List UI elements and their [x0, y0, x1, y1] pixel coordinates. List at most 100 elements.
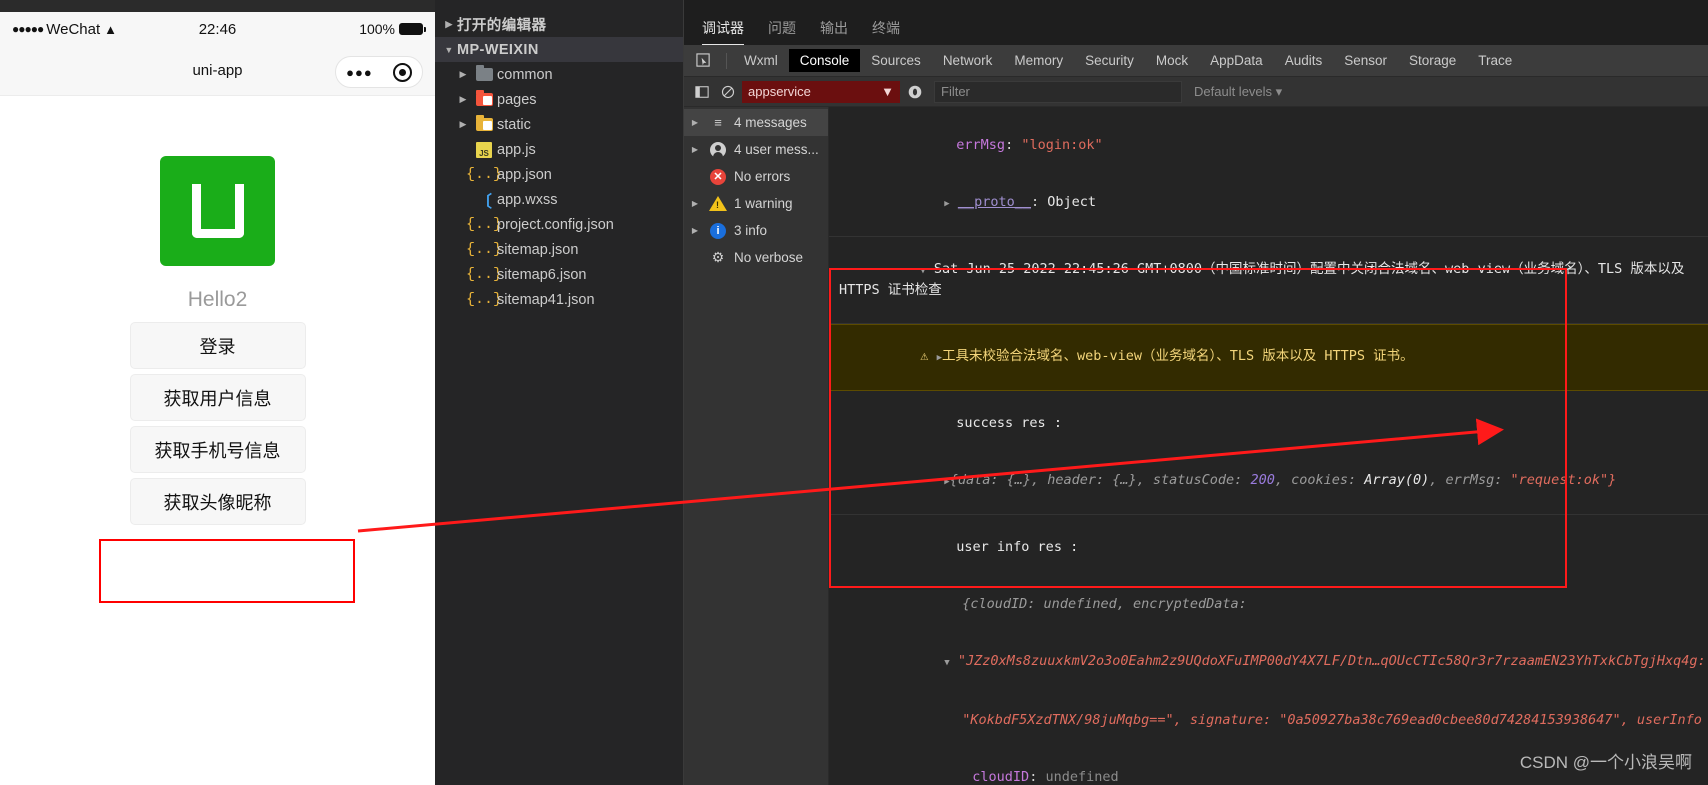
tree-item-sitemap-json[interactable]: ▶ {..} sitemap.json	[435, 237, 683, 262]
prop-value: undefined	[1045, 769, 1119, 785]
logo-u-glyph	[191, 184, 244, 238]
open-editors-label: 打开的编辑器	[457, 18, 547, 34]
log-warning-row[interactable]: ⚠ ▶工具未校验合法域名、web-view（业务域名）、TLS 版本以及 HTT…	[829, 324, 1708, 391]
devtools-tab-bar: Wxml Console Sources Network Memory Secu…	[684, 45, 1708, 77]
chevron-down-icon: ▼	[881, 84, 894, 99]
chevron-right-icon[interactable]: ▶	[688, 118, 702, 127]
tab-wxml[interactable]: Wxml	[733, 49, 789, 72]
tree-item-sitemap41-json[interactable]: ▶ {..} sitemap41.json	[435, 287, 683, 312]
wechat-capsule-button[interactable]: ●●●	[335, 56, 423, 88]
tab-storage[interactable]: Storage	[1398, 49, 1467, 72]
filter-placeholder: Filter	[941, 84, 970, 99]
prop-key: cloudID	[972, 769, 1030, 785]
get-userinfo-button[interactable]: 获取用户信息	[129, 374, 306, 421]
project-section[interactable]: ▼ MP-WEIXIN	[435, 37, 683, 62]
tree-item-label: project.config.json	[497, 216, 614, 233]
sidebar-item-errors[interactable]: ▶ ✕ No errors	[684, 163, 828, 190]
get-phone-button[interactable]: 获取手机号信息	[129, 426, 306, 473]
log-key: errMsg	[956, 137, 1006, 153]
sidebar-item-label: No verbose	[734, 250, 804, 265]
login-button[interactable]: 登录	[129, 322, 306, 369]
folder-grey-icon	[471, 65, 497, 81]
tab-mock[interactable]: Mock	[1145, 49, 1199, 72]
more-icon[interactable]: ●●●	[346, 65, 373, 80]
chevron-right-icon[interactable]: ▶	[944, 199, 949, 209]
tab-security[interactable]: Security	[1074, 49, 1145, 72]
warning-icon	[706, 196, 730, 211]
close-target-icon[interactable]	[392, 62, 412, 82]
wifi-icon: ▲	[104, 21, 118, 37]
tree-item-sitemap6-json[interactable]: ▶ {..} sitemap6.json	[435, 262, 683, 287]
sidebar-item-label: 1 warning	[734, 196, 793, 211]
log-levels-dropdown[interactable]: Default levels ▾	[1194, 84, 1282, 100]
console-log-area[interactable]: code: "071nSE0003j1S01BES000fa1aoN3SEOM"…	[829, 107, 1708, 785]
tab-appdata[interactable]: AppData	[1199, 49, 1274, 72]
tab-network[interactable]: Network	[932, 49, 1004, 72]
tree-item-app-js[interactable]: ▶ JS app.js	[435, 137, 683, 162]
sidebar-toggle-icon[interactable]	[690, 81, 714, 103]
error-icon: ✕	[706, 168, 730, 185]
sidebar-item-messages[interactable]: ▶ ≡ 4 messages	[684, 109, 828, 136]
chevron-right-icon[interactable]: ▶	[688, 199, 702, 208]
tab-terminal[interactable]: 终端	[872, 18, 900, 45]
chevron-down-icon[interactable]: ▼	[920, 266, 925, 276]
tab-debugger[interactable]: 调试器	[702, 18, 744, 45]
info-icon: i	[706, 222, 730, 239]
chevron-right-icon[interactable]: ▶	[455, 69, 471, 80]
console-toolbar: appservice ▼ Filter Default levels ▾	[684, 77, 1708, 107]
summary-tail: , cookies:	[1274, 472, 1365, 488]
live-expression-icon[interactable]	[902, 84, 928, 100]
user-icon	[706, 141, 730, 159]
chevron-down-icon[interactable]: ▼	[441, 45, 457, 55]
inspect-element-icon[interactable]	[690, 50, 716, 72]
log-line-collapsed-2[interactable]: ▼ "JZz0xMs8zuuxkmV2o3o0Eahm2z9UQdoXFuIMP…	[829, 633, 1708, 692]
chevron-right-icon[interactable]: ▶	[455, 119, 471, 130]
tree-item-app-wxss[interactable]: ▶ 〔 app.wxss	[435, 187, 683, 212]
tree-item-common[interactable]: ▶ common	[435, 62, 683, 87]
chevron-down-icon[interactable]: ▼	[944, 658, 949, 668]
tab-output[interactable]: 输出	[820, 18, 848, 45]
sidebar-item-verbose[interactable]: ▶ ⚙ No verbose	[684, 244, 828, 271]
log-group-header[interactable]: ▼ Sat Jun 25 2022 22:45:26 GMT+0800（中国标准…	[829, 237, 1708, 324]
chevron-right-icon[interactable]: ▶	[441, 19, 457, 30]
open-editors-section[interactable]: ▶ 打开的编辑器	[435, 12, 683, 37]
tree-item-static[interactable]: ▶ static	[435, 112, 683, 137]
tab-memory[interactable]: Memory	[1003, 49, 1074, 72]
console-filter-input[interactable]: Filter	[934, 80, 1182, 103]
tab-sources[interactable]: Sources	[860, 49, 932, 72]
folder-red-icon	[471, 90, 497, 106]
execution-context-select[interactable]: appservice ▼	[742, 80, 900, 103]
json-file-icon: {..}	[466, 241, 503, 258]
clear-console-icon[interactable]	[716, 81, 740, 103]
log-line-success-summary[interactable]: ▶{data: {…}, header: {…}, statusCode: 20…	[829, 452, 1708, 515]
carrier-area: ●●●●● WeChat ▲	[12, 21, 117, 38]
tab-sensor[interactable]: Sensor	[1333, 49, 1398, 72]
tab-trace[interactable]: Trace	[1467, 49, 1523, 72]
simulator-page-body: Hello2 登录 获取用户信息 获取手机号信息 获取头像昵称	[0, 96, 435, 530]
tab-audits[interactable]: Audits	[1274, 49, 1334, 72]
simulator-nav-bar: uni-app ●●●	[0, 46, 435, 96]
tree-item-app-json[interactable]: ▶ {..} app.json	[435, 162, 683, 187]
errmsg-value: "request:ok"}	[1510, 472, 1617, 488]
tab-problems[interactable]: 问题	[768, 18, 796, 45]
debugger-panel-tabs: 调试器 问题 输出 终端	[684, 0, 1708, 45]
chevron-right-icon[interactable]: ▶	[688, 226, 702, 235]
log-line-proto[interactable]: ▶ __proto__: Object	[829, 174, 1708, 237]
userinfo-label: user info res :	[956, 539, 1079, 555]
proto-key: __proto__	[957, 194, 1031, 210]
sidebar-item-info[interactable]: ▶ i 3 info	[684, 217, 828, 244]
chevron-right-icon[interactable]: ▶	[455, 94, 471, 105]
chevron-right-icon[interactable]: ▶	[688, 145, 702, 154]
tree-item-project-config[interactable]: ▶ {..} project.config.json	[435, 212, 683, 237]
tab-console[interactable]: Console	[788, 49, 861, 72]
css-file-icon: 〔	[475, 193, 492, 211]
tree-item-label: pages	[497, 91, 537, 108]
sidebar-item-user-messages[interactable]: ▶ 4 user mess...	[684, 136, 828, 163]
sidebar-item-warnings[interactable]: ▶ 1 warning	[684, 190, 828, 217]
uniapp-logo	[160, 156, 275, 266]
tree-item-pages[interactable]: ▶ pages	[435, 87, 683, 112]
log-group-text: Sat Jun 25 2022 22:45:26 GMT+0800（中国标准时间…	[839, 261, 1693, 298]
get-avatar-nickname-button[interactable]: 获取头像昵称	[129, 478, 306, 525]
sidebar-item-label: 4 messages	[734, 115, 807, 130]
carrier-label: WeChat	[46, 20, 101, 38]
